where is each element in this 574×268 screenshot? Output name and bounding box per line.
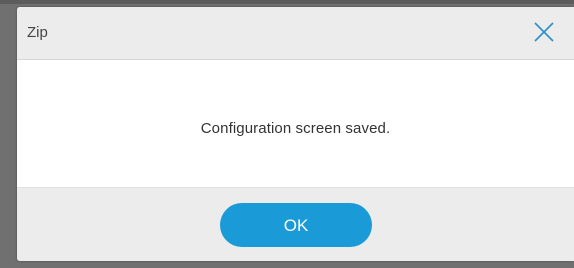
close-icon [534, 22, 554, 42]
zip-dialog: Zip Configuration screen saved. OK [17, 7, 574, 261]
close-button[interactable] [531, 19, 557, 45]
backdrop-top-band [0, 0, 574, 4]
dialog-message: Configuration screen saved. [200, 120, 391, 137]
dialog-body: Configuration screen saved. [17, 60, 574, 187]
dialog-titlebar: Zip [17, 7, 574, 60]
dialog-title: Zip [27, 24, 48, 41]
ok-button[interactable]: OK [220, 203, 372, 247]
dialog-footer: OK [17, 187, 574, 261]
